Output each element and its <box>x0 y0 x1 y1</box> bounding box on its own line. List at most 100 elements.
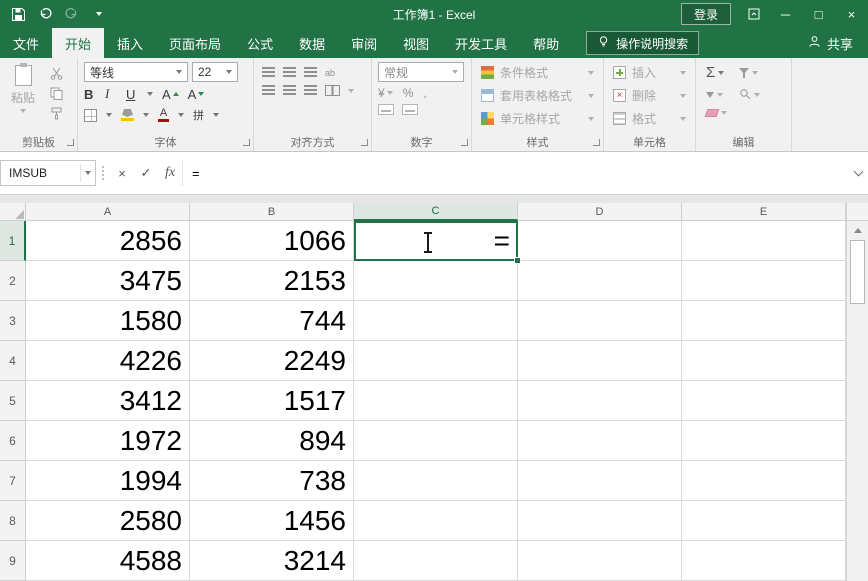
cell-E8[interactable] <box>682 501 846 541</box>
fill-color-caret-icon[interactable] <box>143 113 149 117</box>
cell-C4[interactable] <box>354 341 518 381</box>
row-header-1[interactable]: 1 <box>0 221 26 261</box>
cell-E1[interactable] <box>682 221 846 261</box>
cell-B9[interactable]: 3214 <box>190 541 354 581</box>
accounting-format-button[interactable]: ¥ <box>378 86 393 100</box>
cell-B8[interactable]: 1456 <box>190 501 354 541</box>
row-header-4[interactable]: 4 <box>0 341 26 381</box>
cell-A5[interactable]: 3412 <box>26 381 190 421</box>
styles-dialog-launcher-icon[interactable] <box>593 139 600 146</box>
tab-review[interactable]: 审阅 <box>338 28 390 58</box>
align-middle-icon[interactable] <box>283 67 296 78</box>
bold-button[interactable]: B <box>84 87 96 102</box>
cell-B3[interactable]: 744 <box>190 301 354 341</box>
cell-A6[interactable]: 1972 <box>26 421 190 461</box>
col-header-D[interactable]: D <box>518 203 682 221</box>
tab-insert[interactable]: 插入 <box>104 28 156 58</box>
minimize-button[interactable]: ─ <box>769 0 802 28</box>
paste-button[interactable]: 粘贴 <box>0 58 46 134</box>
cancel-icon[interactable]: × <box>110 166 134 181</box>
cell-E4[interactable] <box>682 341 846 381</box>
row-header-2[interactable]: 2 <box>0 261 26 301</box>
cell-A9[interactable]: 4588 <box>26 541 190 581</box>
scroll-up-button[interactable] <box>847 221 868 239</box>
alignment-dialog-launcher-icon[interactable] <box>361 139 368 146</box>
font-size-combo[interactable]: 22 <box>192 62 238 82</box>
phonetic-caret-icon[interactable] <box>213 113 219 117</box>
font-name-combo[interactable]: 等线 <box>84 62 188 82</box>
cell-E2[interactable] <box>682 261 846 301</box>
cell-E9[interactable] <box>682 541 846 581</box>
cell-A1[interactable]: 2856 <box>26 221 190 261</box>
cell-A4[interactable]: 4226 <box>26 341 190 381</box>
tell-me-search[interactable]: 操作说明搜索 <box>586 31 699 55</box>
row-header-7[interactable]: 7 <box>0 461 26 501</box>
cell-C8[interactable] <box>354 501 518 541</box>
cell-C2[interactable] <box>354 261 518 301</box>
redo-icon[interactable] <box>64 6 80 22</box>
cell-C1[interactable]: = <box>354 221 518 261</box>
number-format-combo[interactable]: 常规 <box>378 62 464 82</box>
col-header-C[interactable]: C <box>354 203 518 221</box>
align-center-icon[interactable] <box>283 85 296 96</box>
tab-home[interactable]: 开始 <box>52 28 104 58</box>
expand-formula-bar-button[interactable] <box>848 171 868 175</box>
align-top-icon[interactable] <box>262 67 275 78</box>
cell-E7[interactable] <box>682 461 846 501</box>
number-dialog-launcher-icon[interactable] <box>461 139 468 146</box>
close-button[interactable]: × <box>835 0 868 28</box>
cell-C6[interactable] <box>354 421 518 461</box>
cut-icon[interactable] <box>46 66 66 81</box>
font-color-caret-icon[interactable] <box>178 113 184 117</box>
delete-cells-button[interactable]: × 删除 <box>608 85 691 106</box>
col-header-A[interactable]: A <box>26 203 190 221</box>
borders-icon[interactable] <box>84 109 97 122</box>
underline-caret-icon[interactable] <box>147 92 153 96</box>
comma-style-button[interactable]: , <box>423 86 426 100</box>
cell-B6[interactable]: 894 <box>190 421 354 461</box>
decrease-decimal-icon[interactable] <box>402 104 418 115</box>
save-icon[interactable] <box>10 6 26 22</box>
cell-B5[interactable]: 1517 <box>190 381 354 421</box>
cell-A8[interactable]: 2580 <box>26 501 190 541</box>
wrap-text-icon[interactable]: ab <box>325 68 335 78</box>
clipboard-dialog-launcher-icon[interactable] <box>67 139 74 146</box>
tab-file[interactable]: 文件 <box>0 28 52 58</box>
name-box-caret-icon[interactable] <box>85 171 91 175</box>
row-header-6[interactable]: 6 <box>0 421 26 461</box>
cell-B2[interactable]: 2153 <box>190 261 354 301</box>
increase-decimal-icon[interactable] <box>378 104 394 115</box>
cell-A3[interactable]: 1580 <box>26 301 190 341</box>
select-all-corner[interactable] <box>0 203 26 221</box>
cell-B7[interactable]: 738 <box>190 461 354 501</box>
tab-developer[interactable]: 开发工具 <box>442 28 520 58</box>
scrollbar-thumb[interactable] <box>850 240 865 304</box>
cell-D9[interactable] <box>518 541 682 581</box>
grow-font-button[interactable]: A <box>162 87 179 102</box>
row-header-3[interactable]: 3 <box>0 301 26 341</box>
cell-B4[interactable]: 2249 <box>190 341 354 381</box>
share-button[interactable]: 共享 <box>793 28 868 58</box>
percent-style-button[interactable]: % <box>403 86 414 100</box>
cell-D6[interactable] <box>518 421 682 461</box>
cell-D3[interactable] <box>518 301 682 341</box>
formula-bar-splitter[interactable] <box>102 166 104 180</box>
cell-E3[interactable] <box>682 301 846 341</box>
customize-qat-caret-icon[interactable] <box>91 6 107 22</box>
row-header-9[interactable]: 9 <box>0 541 26 581</box>
align-left-icon[interactable] <box>262 85 275 96</box>
cell-D1[interactable] <box>518 221 682 261</box>
sort-filter-button[interactable] <box>739 64 760 81</box>
enter-check-icon[interactable]: ✓ <box>134 165 158 181</box>
cell-C7[interactable] <box>354 461 518 501</box>
fill-color-button[interactable] <box>121 109 134 121</box>
cell-E6[interactable] <box>682 421 846 461</box>
tab-help[interactable]: 帮助 <box>520 28 572 58</box>
fill-button[interactable] <box>706 87 727 103</box>
row-header-8[interactable]: 8 <box>0 501 26 541</box>
align-bottom-icon[interactable] <box>304 67 317 78</box>
cell-C5[interactable] <box>354 381 518 421</box>
cell-C3[interactable] <box>354 301 518 341</box>
italic-button[interactable]: I <box>105 86 117 102</box>
underline-button[interactable]: U <box>126 87 138 102</box>
